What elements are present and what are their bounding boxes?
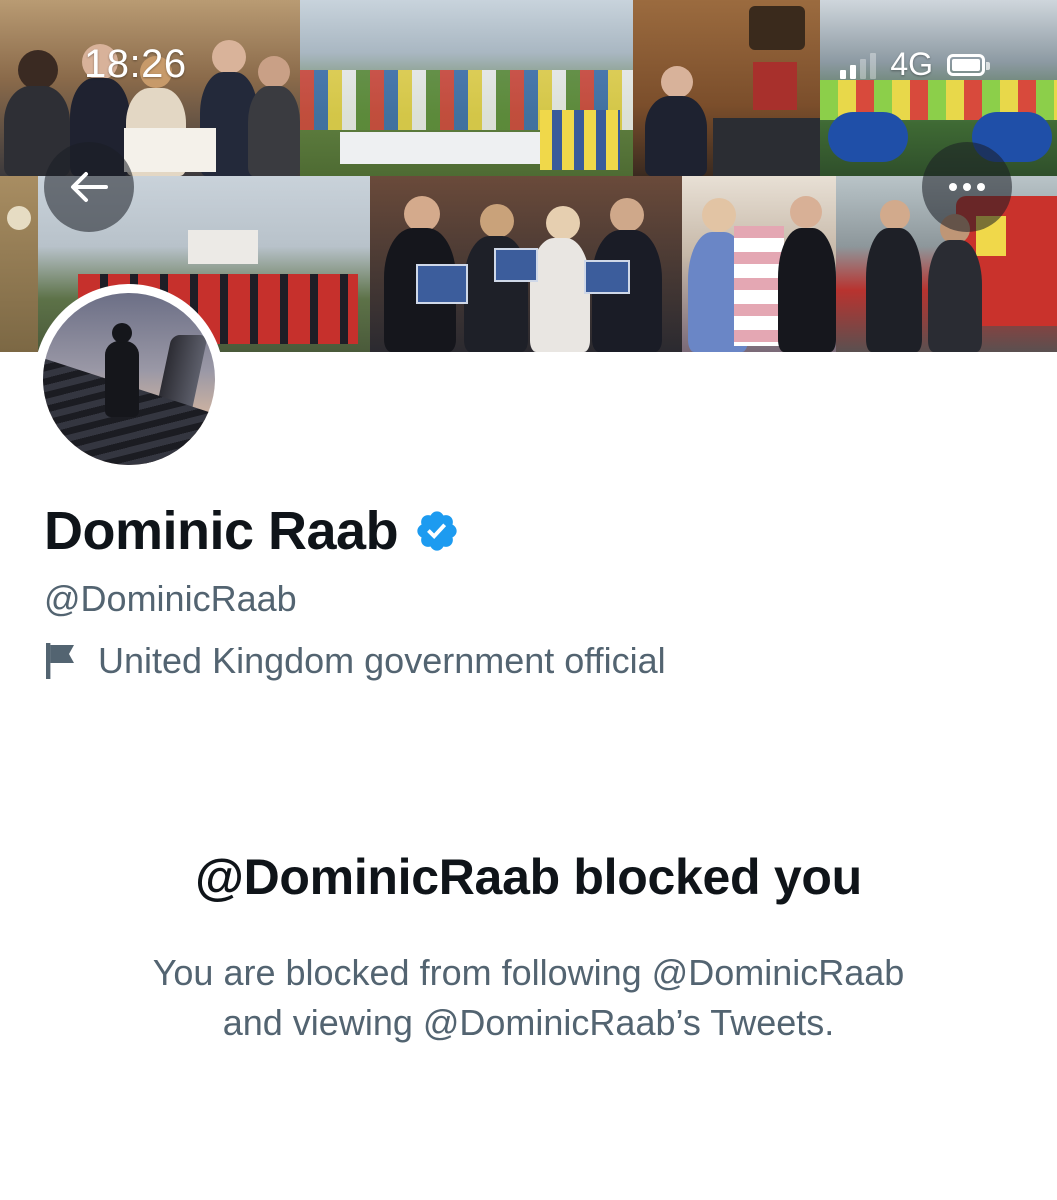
flag-icon xyxy=(46,643,74,679)
arrow-left-icon xyxy=(71,172,108,202)
signal-icon xyxy=(840,51,877,79)
blocked-title: @DominicRaab blocked you xyxy=(195,849,862,905)
more-options-icon xyxy=(949,183,985,191)
banner-photo-crowd xyxy=(300,0,633,176)
status-indicators: 4G xyxy=(840,46,990,83)
banner-photo-cake-stand xyxy=(682,176,836,352)
back-button[interactable] xyxy=(44,142,134,232)
blocked-description-line: and viewing @DominicRaab’s Tweets. xyxy=(222,1002,835,1043)
profile-label: United Kingdom government official xyxy=(44,640,666,682)
blocked-description: You are blocked from following @DominicR… xyxy=(0,948,1057,1048)
profile-label-text: United Kingdom government official xyxy=(98,640,666,681)
battery-icon xyxy=(947,53,990,76)
profile-handle: @DominicRaab xyxy=(44,578,297,619)
banner-photo-football-team xyxy=(820,0,1057,176)
more-options-button[interactable] xyxy=(922,142,1012,232)
avatar[interactable] xyxy=(34,284,224,474)
status-time: 18:26 xyxy=(84,42,187,86)
banner-photo-council xyxy=(633,0,820,176)
profile-name-row: Dominic Raab xyxy=(44,500,460,562)
banner-photo-big-ben xyxy=(0,176,38,352)
banner-photo-signs xyxy=(370,176,682,352)
network-type: 4G xyxy=(890,46,933,82)
banner-photo-cheque xyxy=(0,0,300,176)
avatar-photo xyxy=(43,293,215,465)
verified-badge-icon[interactable] xyxy=(414,508,460,554)
blocked-description-line: You are blocked from following @DominicR… xyxy=(152,952,905,993)
profile-name: Dominic Raab xyxy=(44,501,399,561)
